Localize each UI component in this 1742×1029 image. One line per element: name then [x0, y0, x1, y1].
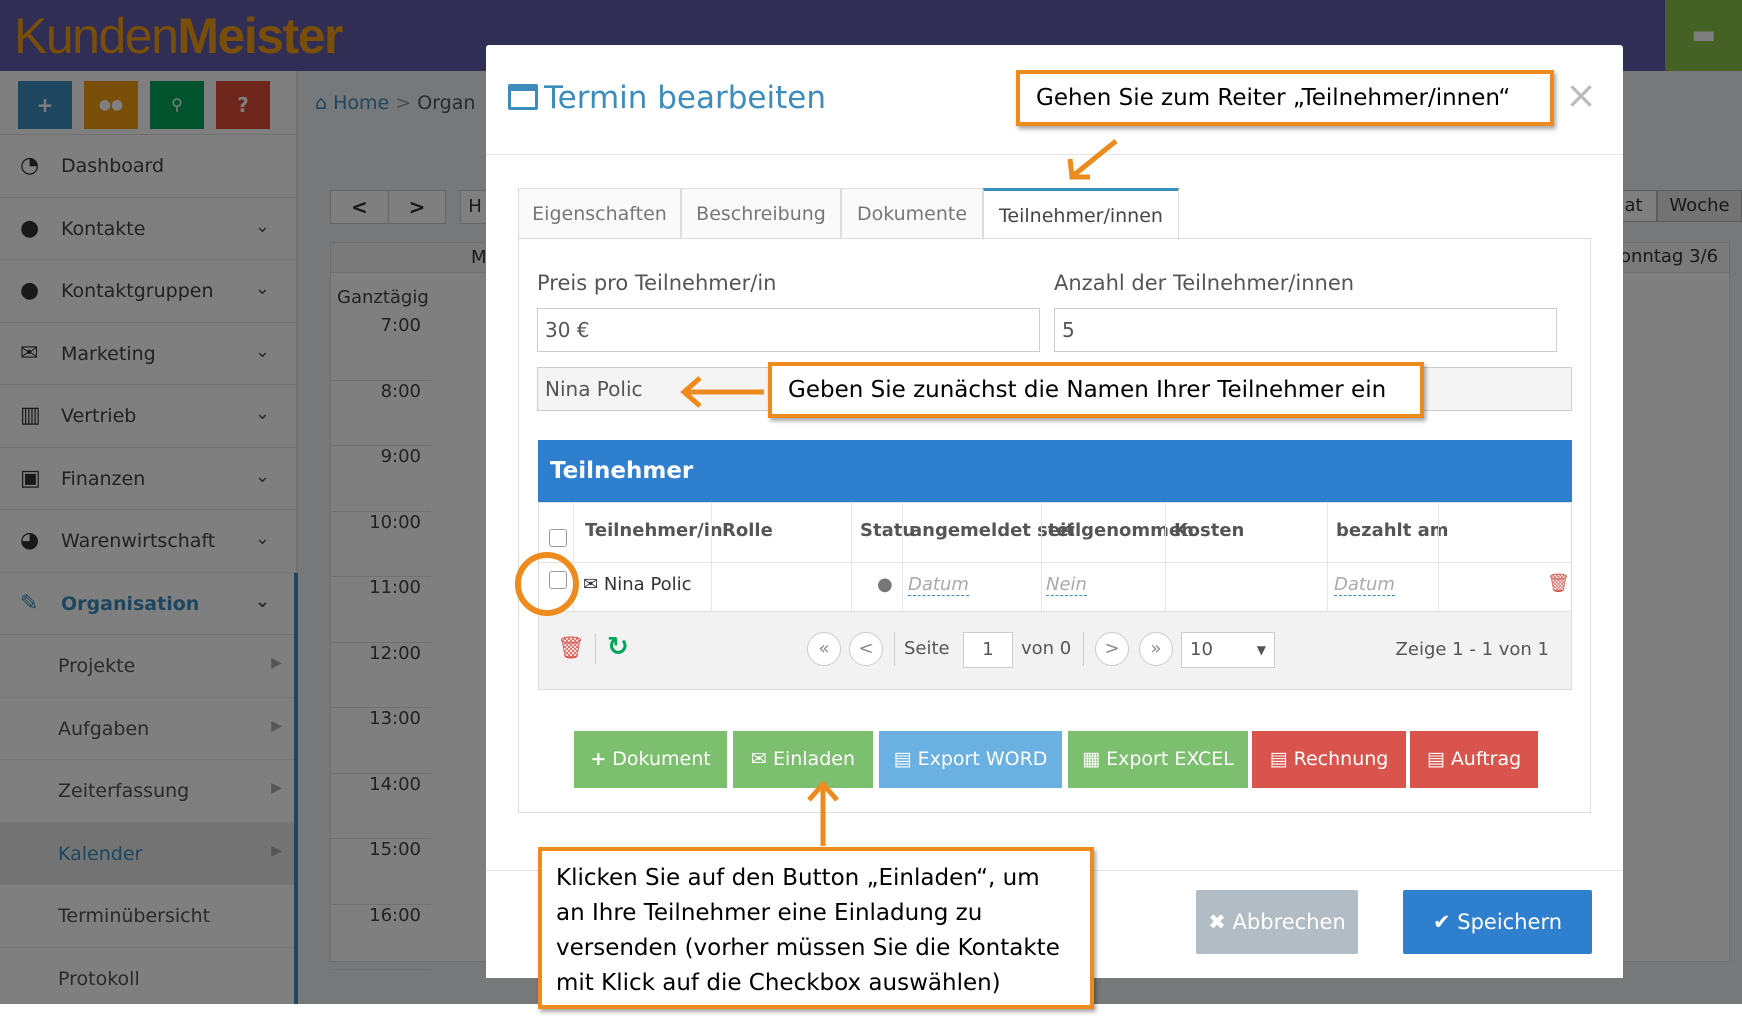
envelope-icon: ✉	[750, 748, 767, 770]
edit-appointment-modal: Termin bearbeiten × Eigenschaften Beschr…	[486, 45, 1623, 978]
arrow-to-name	[680, 376, 764, 408]
arrow-to-tab	[1067, 139, 1118, 180]
invoice-button[interactable]: ▤ Rechnung	[1252, 731, 1406, 788]
page-input[interactable]: 1	[963, 632, 1013, 668]
export-word-button[interactable]: ▤ Export WORD	[879, 731, 1062, 788]
status-dot: ●	[877, 574, 893, 595]
count-label: Anzahl der Teilnehmer/innen	[1054, 271, 1355, 295]
trash-icon[interactable]: 🗑	[1547, 573, 1570, 594]
column-header[interactable]: Rolle	[722, 520, 773, 541]
callout-invite: Klicken Sie auf den Button „Einladen“, u…	[538, 847, 1094, 1009]
column-header[interactable]: Statu	[860, 520, 915, 541]
file-icon: ▤	[1269, 748, 1288, 770]
last-page-button[interactable]: »	[1139, 632, 1173, 666]
first-page-button[interactable]: «	[807, 632, 841, 666]
close-icon[interactable]: ×	[1565, 73, 1597, 117]
participant-name[interactable]: ✉ Nina Polic	[583, 574, 692, 595]
callout-names: Geben Sie zunächst die Namen Ihrer Teiln…	[768, 362, 1424, 418]
checkbox-highlight	[515, 552, 579, 616]
callout-tab: Gehen Sie zum Reiter „Teilnehmer/innen“	[1016, 70, 1554, 126]
column-header[interactable]: Kosten	[1174, 520, 1244, 541]
tab-beschreibung[interactable]: Beschreibung	[681, 188, 841, 238]
add-document-button[interactable]: + Dokument	[574, 731, 727, 788]
column-header[interactable]: bezahlt am	[1336, 520, 1448, 541]
attended-value[interactable]: Nein	[1046, 574, 1087, 596]
registered-date[interactable]: Datum	[908, 574, 969, 596]
page-size-select[interactable]: 10 ▼	[1181, 632, 1275, 668]
page-label: Seite	[904, 638, 950, 659]
tab-dokumente[interactable]: Dokumente	[841, 188, 983, 238]
trash-icon[interactable]: 🗑	[557, 636, 585, 661]
modal-title: Termin bearbeiten	[508, 80, 826, 116]
tab-bar: Eigenschaften Beschreibung Dokumente Tei…	[518, 188, 1588, 240]
plus-icon: +	[590, 748, 607, 770]
paid-date[interactable]: Datum	[1334, 574, 1395, 596]
page-count: von 0	[1021, 638, 1072, 659]
save-button[interactable]: ✔ Speichern	[1403, 890, 1592, 954]
column-header[interactable]: Teilnehmer/in	[585, 520, 723, 541]
table-icon: ▦	[1082, 748, 1101, 770]
participants-table: Teilnehmer/in Rolle Statu angemeldet sei…	[538, 502, 1572, 613]
close-icon: ✖	[1208, 910, 1226, 934]
file-icon: ▤	[1426, 748, 1445, 770]
participants-panel-title: Teilnehmer	[538, 440, 1572, 502]
order-button[interactable]: ▤ Auftrag	[1410, 731, 1538, 788]
arrow-to-invite	[807, 780, 839, 846]
prev-page-button[interactable]: <	[849, 632, 883, 666]
envelope-icon: ✉	[583, 574, 604, 595]
caret-down-icon: ▼	[1256, 643, 1266, 657]
next-page-button[interactable]: >	[1095, 632, 1129, 666]
pager-summary: Zeige 1 - 1 von 1	[1395, 639, 1549, 660]
pager: 🗑 ↻ « < Seite 1 von 0 > » 10 ▼ Zeige 1 - …	[538, 612, 1572, 690]
file-icon: ▤	[893, 748, 912, 770]
check-icon: ✔	[1432, 910, 1451, 934]
price-label: Preis pro Teilnehmer/in	[537, 271, 777, 295]
price-input[interactable]: 30 €	[537, 308, 1040, 352]
column-header[interactable]: teilgenommen	[1048, 520, 1194, 541]
calendar-icon	[508, 84, 538, 110]
refresh-icon[interactable]: ↻	[607, 632, 629, 662]
export-excel-button[interactable]: ▦ Export EXCEL	[1068, 731, 1248, 788]
tab-teilnehmer[interactable]: Teilnehmer/innen	[983, 188, 1179, 240]
tab-eigenschaften[interactable]: Eigenschaften	[518, 188, 681, 238]
count-input[interactable]: 5	[1054, 308, 1557, 352]
select-all-checkbox[interactable]	[549, 529, 567, 547]
cancel-button[interactable]: ✖ Abbrechen	[1196, 890, 1358, 954]
